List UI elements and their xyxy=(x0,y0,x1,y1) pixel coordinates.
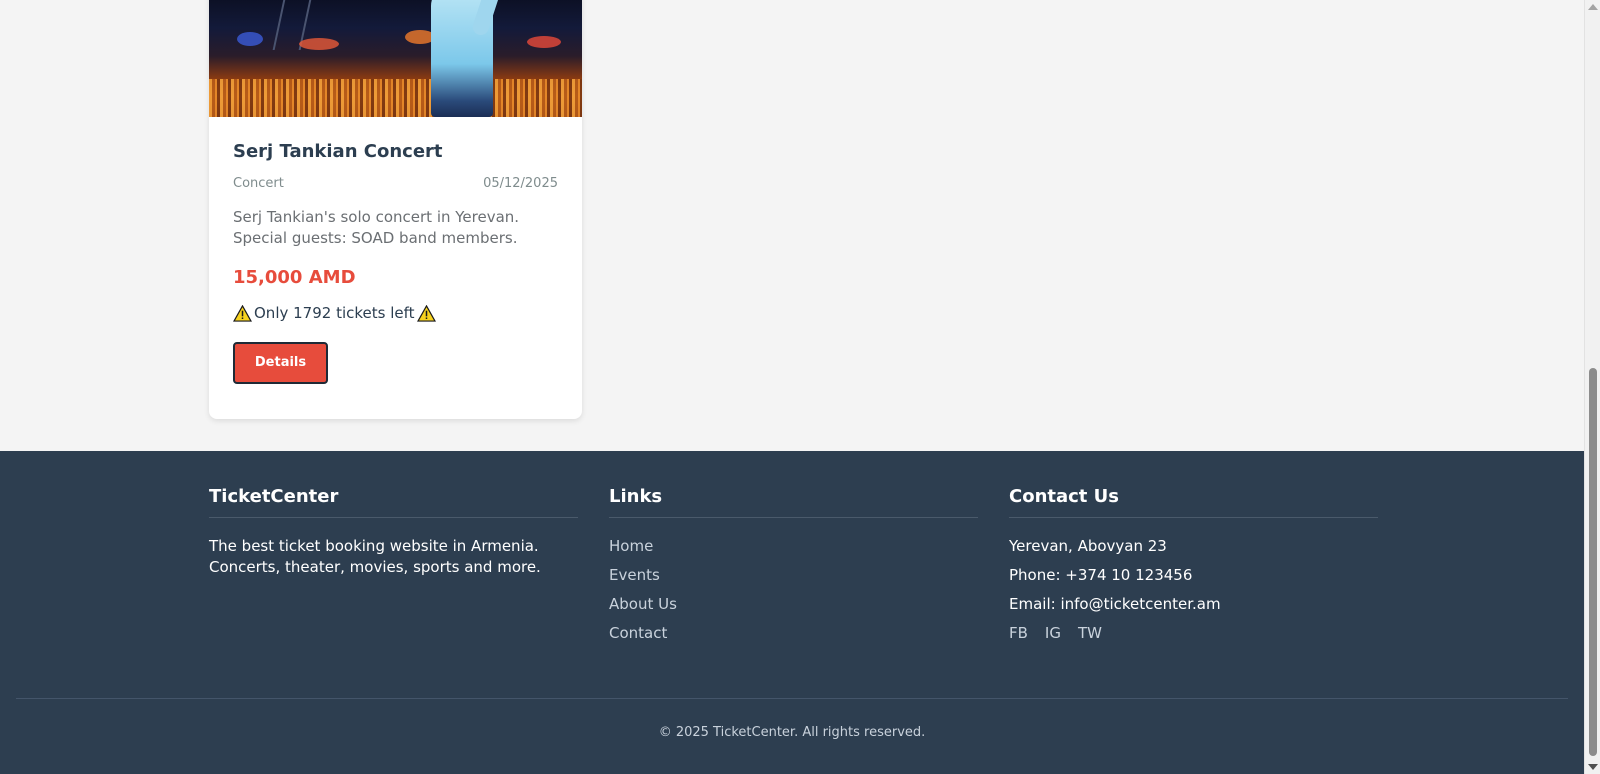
scroll-up-icon[interactable] xyxy=(1588,4,1598,10)
event-price: 15,000 AMD xyxy=(233,267,356,288)
warning-icon xyxy=(233,304,252,322)
page-viewport: Serj Tankian Concert Concert 05/12/2025 … xyxy=(0,0,1584,774)
contact-phone: Phone: +374 10 123456 xyxy=(1009,566,1193,584)
ticket-stock: Only 1792 tickets left xyxy=(233,304,558,322)
warning-icon xyxy=(416,304,436,322)
copyright: © 2025 TicketCenter. All rights reserved… xyxy=(658,725,926,740)
stage-light xyxy=(299,38,339,50)
stage-light xyxy=(527,36,561,48)
vertical-scrollbar[interactable] xyxy=(1584,0,1600,774)
details-button[interactable]: Details xyxy=(233,342,328,384)
contact-email: Email: info@ticketcenter.am xyxy=(1009,595,1221,613)
footer-links-title: Links xyxy=(609,486,978,518)
social-link-fb[interactable]: FB xyxy=(1009,623,1028,643)
footer-link-events[interactable]: Events xyxy=(609,565,978,594)
crowd xyxy=(209,79,582,117)
footer-brand: TicketCenter The best ticket booking web… xyxy=(209,486,578,578)
footer-brand-text: The best ticket booking website in Armen… xyxy=(209,537,541,576)
footer-brand-title: TicketCenter xyxy=(209,486,578,518)
event-card: Serj Tankian Concert Concert 05/12/2025 … xyxy=(209,0,582,419)
footer-link-contact[interactable]: Contact xyxy=(609,623,978,652)
event-date: 05/12/2025 xyxy=(483,176,558,191)
event-image[interactable] xyxy=(209,0,582,117)
event-description: Serj Tankian's solo concert in Yerevan. … xyxy=(233,208,520,247)
ticket-stock-text: Only 1792 tickets left xyxy=(254,304,415,322)
event-title: Serj Tankian Concert xyxy=(233,141,443,162)
scroll-thumb[interactable] xyxy=(1589,368,1597,756)
footer-link-about[interactable]: About Us xyxy=(609,594,978,623)
stage-truss xyxy=(272,0,288,50)
contact-address: Yerevan, Abovyan 23 xyxy=(1009,537,1167,555)
social-link-tw[interactable]: TW xyxy=(1078,623,1102,643)
footer-contact: Contact Us Yerevan, Abovyan 23 Phone: +3… xyxy=(1009,486,1378,643)
footer-link-home[interactable]: Home xyxy=(609,536,978,565)
footer-divider xyxy=(16,698,1568,699)
event-category: Concert xyxy=(233,176,284,191)
scroll-down-icon[interactable] xyxy=(1588,764,1598,770)
footer-links: Links Home Events About Us Contact xyxy=(609,486,978,652)
social-link-ig[interactable]: IG xyxy=(1045,623,1061,643)
stage-light xyxy=(237,32,263,46)
footer-contact-title: Contact Us xyxy=(1009,486,1378,518)
site-footer: TicketCenter The best ticket booking web… xyxy=(0,451,1584,774)
social-links: FB IG TW xyxy=(1009,623,1378,643)
